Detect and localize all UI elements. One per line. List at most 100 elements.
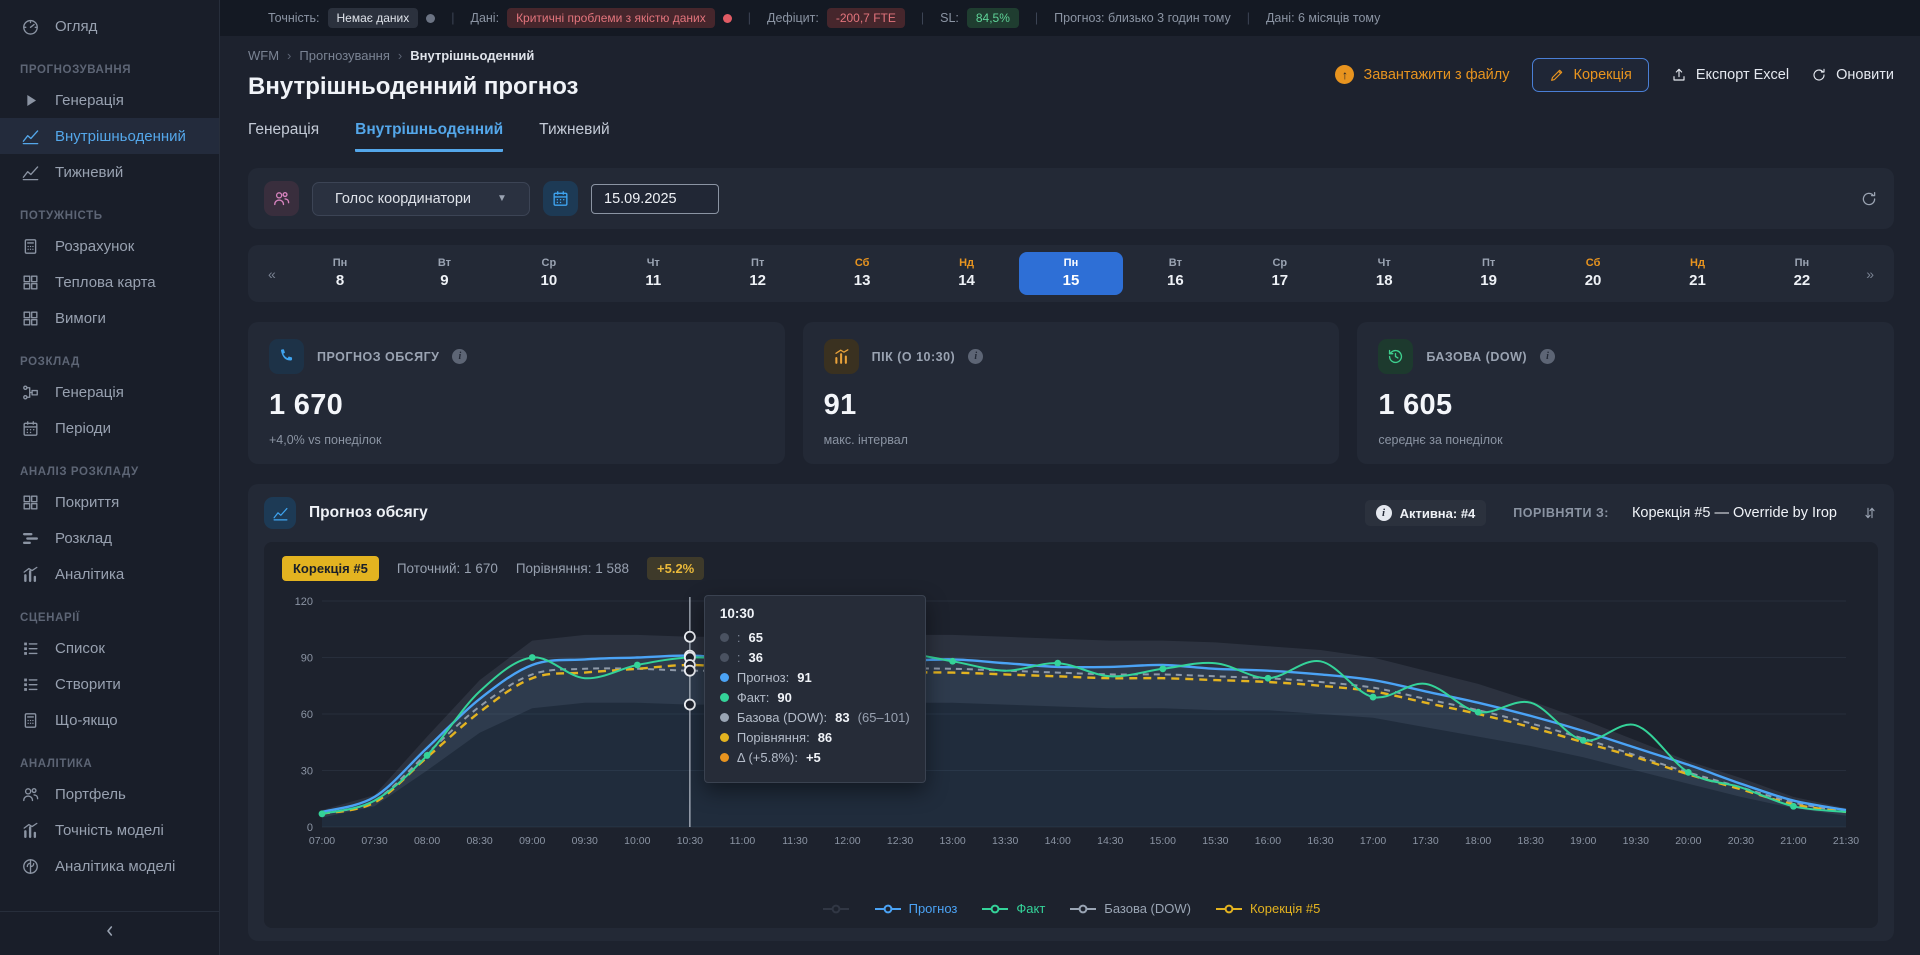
legend-item-базова-dow-[interactable]: Базова (DOW) [1069, 901, 1191, 916]
svg-text:21:30: 21:30 [1833, 835, 1859, 847]
tab-тижневий[interactable]: Тижневий [539, 121, 610, 152]
day-number: 16 [1123, 272, 1227, 289]
оновити-button[interactable]: Оновити [1811, 67, 1894, 83]
sidebar-item-список[interactable]: Список [0, 630, 219, 666]
svg-text:17:30: 17:30 [1412, 835, 1438, 847]
day-cell-21[interactable]: Нд21 [1645, 252, 1749, 295]
sidebar-item-огляд[interactable]: Огляд [0, 8, 219, 44]
day-cell-22[interactable]: Пн22 [1750, 252, 1854, 295]
day-cell-8[interactable]: Пн8 [288, 252, 392, 295]
day-cell-14[interactable]: Нд14 [914, 252, 1018, 295]
tab-генерація[interactable]: Генерація [248, 121, 319, 152]
svg-text:20:30: 20:30 [1728, 835, 1754, 847]
action-label: Оновити [1836, 67, 1894, 83]
info-icon[interactable]: i [452, 349, 467, 364]
forecast-chart[interactable]: 030609012007:0007:3008:0008:3009:0009:30… [276, 591, 1862, 853]
action-label: Корекція [1574, 67, 1632, 83]
day-cell-18[interactable]: Чт18 [1332, 252, 1436, 295]
sidebar-item-покриття[interactable]: Покриття [0, 484, 219, 520]
sidebar-item-портфель[interactable]: Портфель [0, 776, 219, 812]
sidebar-item-аналітика-моделі[interactable]: Аналітика моделі [0, 848, 219, 884]
queue-select[interactable]: Голос координатори ▼ [312, 182, 530, 216]
sidebar-item-тижневий[interactable]: Тижневий [0, 154, 219, 190]
day-number: 8 [288, 272, 392, 289]
day-number: 17 [1228, 272, 1332, 289]
day-of-week: Пн [1019, 257, 1123, 269]
svg-text:07:00: 07:00 [309, 835, 335, 847]
legend-item-прогноз[interactable]: Прогноз [874, 901, 958, 916]
legend-item-корекція-#5[interactable]: Корекція #5 [1215, 901, 1320, 916]
day-cell-15[interactable]: Пн15 [1019, 252, 1123, 295]
day-cell-10[interactable]: Ср10 [497, 252, 601, 295]
grid-icon [20, 492, 40, 512]
sidebar-item-вимоги[interactable]: Вимоги [0, 300, 219, 336]
day-cell-13[interactable]: Сб13 [810, 252, 914, 295]
day-cell-17[interactable]: Ср17 [1228, 252, 1332, 295]
separator: | [1245, 11, 1252, 25]
compare-select[interactable]: Корекція #5 — Override by Irop [1632, 505, 1837, 521]
sidebar-list: ОглядПРОГНОЗУВАННЯГенераціяВнутрішньоден… [0, 0, 219, 911]
sidebar-item-внутрішньоденний[interactable]: Внутрішньоденний [0, 118, 219, 154]
legend-item-факт[interactable]: Факт [981, 901, 1045, 916]
date-input[interactable] [591, 184, 719, 214]
status-badge: -200,7 FTE [827, 8, 905, 28]
sidebar-collapse-button[interactable] [0, 911, 219, 955]
sidebar-item-розрахунок[interactable]: Розрахунок [0, 228, 219, 264]
sidebar-item-аналітика[interactable]: Аналітика [0, 556, 219, 592]
gauge-icon [20, 16, 40, 36]
info-icon[interactable]: i [1540, 349, 1555, 364]
day-of-week: Чт [1332, 257, 1436, 269]
sync-icon[interactable] [1860, 190, 1878, 208]
sidebar-item-точність-моделі[interactable]: Точність моделі [0, 812, 219, 848]
day-cell-9[interactable]: Вт9 [392, 252, 496, 295]
svg-text:18:00: 18:00 [1465, 835, 1491, 847]
завантажити-з-файлу-button[interactable]: ↑Завантажити з файлу [1335, 65, 1509, 84]
tooltip-row: Порівняння:86 [720, 730, 910, 745]
day-cell-20[interactable]: Сб20 [1541, 252, 1645, 295]
експорт-excel-button[interactable]: Експорт Excel [1671, 67, 1789, 83]
breadcrumb-item[interactable]: Прогнозування [299, 48, 390, 63]
day-cell-12[interactable]: Пт12 [705, 252, 809, 295]
sidebar-item-label: Внутрішньоденний [55, 128, 186, 145]
sidebar-item-розклад[interactable]: Розклад [0, 520, 219, 556]
sidebar-item-генерація[interactable]: Генерація [0, 374, 219, 410]
day-of-week: Пт [1436, 257, 1540, 269]
active-version-badge: i Активна: #4 [1365, 500, 1487, 526]
chart-bars-icon [20, 564, 40, 584]
day-cell-16[interactable]: Вт16 [1123, 252, 1227, 295]
svg-text:12:30: 12:30 [887, 835, 913, 847]
upload-circle-icon: ↑ [1335, 65, 1354, 84]
sort-icon[interactable] [1862, 505, 1878, 521]
next-week-button[interactable]: » [1854, 266, 1886, 282]
action-label: Експорт Excel [1696, 67, 1789, 83]
sidebar-item-label: Тижневий [55, 164, 123, 181]
sidebar-section-title: СЦЕНАРІЇ [0, 592, 219, 630]
breadcrumb-item[interactable]: WFM [248, 48, 279, 63]
prev-week-button[interactable]: « [256, 266, 288, 282]
chart-plot-area[interactable]: 030609012007:0007:3008:0008:3009:0009:30… [276, 591, 1866, 897]
корекція-button[interactable]: Корекція [1532, 58, 1649, 92]
sidebar-item-теплова-карта[interactable]: Теплова карта [0, 264, 219, 300]
sidebar-item-періоди[interactable]: Періоди [0, 410, 219, 446]
legend-item[interactable] [822, 904, 850, 914]
sidebar-item-генерація[interactable]: Генерація [0, 82, 219, 118]
day-number: 10 [497, 272, 601, 289]
series-dot-icon [720, 753, 729, 762]
sidebar-item-створити[interactable]: Створити [0, 666, 219, 702]
stat-sublabel: середнє за понеділок [1378, 433, 1873, 447]
svg-text:08:30: 08:30 [467, 835, 493, 847]
tooltip-row: :65 [720, 630, 910, 645]
separator: | [746, 11, 753, 25]
tooltip-rows: :65:36Прогноз:91Факт:90Базова (DOW):83(6… [720, 630, 910, 765]
filter-bar: Голос координатори ▼ [248, 168, 1894, 229]
svg-text:18:30: 18:30 [1518, 835, 1544, 847]
sidebar-item-label: Генерація [55, 92, 124, 109]
day-cell-19[interactable]: Пт19 [1436, 252, 1540, 295]
grid-icon [20, 272, 40, 292]
tab-внутрішньоденний[interactable]: Внутрішньоденний [355, 121, 503, 152]
day-cell-11[interactable]: Чт11 [601, 252, 705, 295]
sidebar-item-що-якщо[interactable]: Що-якщо [0, 702, 219, 738]
series-dot-icon [720, 733, 729, 742]
info-icon[interactable]: i [968, 349, 983, 364]
flow-icon [20, 382, 40, 402]
